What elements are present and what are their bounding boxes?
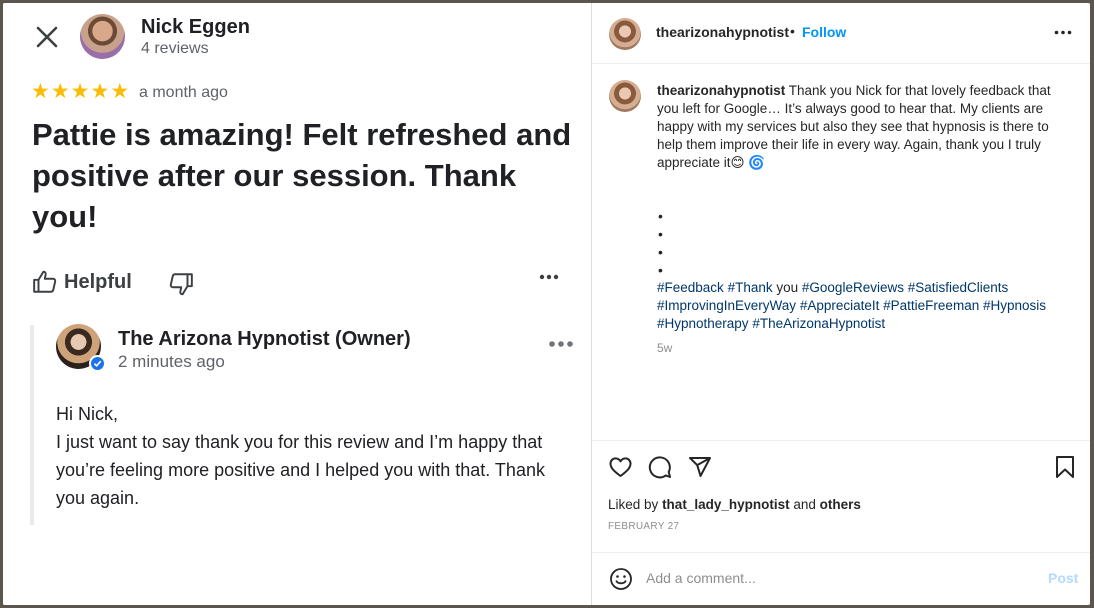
ig-post-date: FEBRUARY 27 <box>608 521 680 532</box>
owner-reply-line: I just want to say thank you for this re… <box>56 432 545 508</box>
comment-icon[interactable] <box>648 455 672 479</box>
review-text: Pattie is amazing! Felt refreshed and po… <box>32 117 572 234</box>
emoji-icon[interactable] <box>609 567 633 591</box>
owner-reply-divider <box>30 325 34 525</box>
star-rating: ★ ★ ★ ★ ★ <box>31 81 129 103</box>
ig-caption-word: you <box>776 280 799 295</box>
instagram-post-panel: thearizonahypnotist • Follow thearizonah… <box>591 3 1090 605</box>
ig-hashtag[interactable]: #AppreciateIt <box>800 298 880 313</box>
review-time: a month ago <box>139 84 228 101</box>
post-comment-button[interactable]: Post <box>1048 570 1078 586</box>
thumbs-up-icon <box>33 270 57 293</box>
ig-more-options-icon[interactable] <box>1054 30 1072 35</box>
star-icon: ★ <box>50 80 70 103</box>
ig-hashtag[interactable]: #PattieFreeman <box>883 298 979 313</box>
owner-more-options-icon[interactable] <box>548 340 574 348</box>
ig-hashtag[interactable]: #TheArizonaHypnotist <box>752 316 885 331</box>
ig-hashtag[interactable]: #Thank <box>728 280 773 295</box>
liked-by-others[interactable]: others <box>820 497 861 512</box>
ig-hashtag[interactable]: #Feedback <box>657 280 724 295</box>
ig-caption-dots: • • • • <box>658 208 663 278</box>
ig-hashtag[interactable]: #ImprovingInEveryWay <box>657 298 796 313</box>
verified-check-icon <box>89 355 106 372</box>
reviewer-avatar[interactable] <box>80 14 125 59</box>
ig-hashtag[interactable]: #Hypnotherapy <box>657 316 749 331</box>
comment-input[interactable] <box>646 566 1026 590</box>
ig-separator: • <box>790 23 795 39</box>
owner-reply-time: 2 minutes ago <box>118 352 225 371</box>
screenshot-frame: Nick Eggen 4 reviews ★ ★ ★ ★ ★ a month a… <box>3 3 1090 605</box>
ig-hashtag[interactable]: #Hypnosis <box>983 298 1046 313</box>
ig-caption-emojis: 😊 🌀 <box>730 155 766 170</box>
owner-reply-text: Hi Nick, I just want to say thank you fo… <box>56 400 556 512</box>
ig-liked-by: Liked by that_lady_hypnotist and others <box>608 497 861 512</box>
helpful-button[interactable]: Helpful <box>32 269 132 295</box>
ig-hashtag[interactable]: #GoogleReviews <box>802 280 904 295</box>
bookmark-icon[interactable] <box>1054 455 1076 479</box>
helpful-label: Helpful <box>64 270 132 293</box>
ig-caption-avatar[interactable] <box>609 80 641 112</box>
owner-name[interactable]: The Arizona Hypnotist (Owner) <box>118 328 411 351</box>
ig-hashtags: #Feedback #Thank you #GoogleReviews #Sat… <box>657 279 1077 333</box>
ig-hashtag[interactable]: #SatisfiedClients <box>908 280 1009 295</box>
more-options-icon[interactable] <box>539 273 559 281</box>
star-icon: ★ <box>90 80 110 103</box>
star-icon: ★ <box>110 80 130 103</box>
thumbs-down-icon[interactable] <box>168 271 194 297</box>
owner-reply-line: Hi Nick, <box>56 404 118 424</box>
ig-profile-avatar[interactable] <box>609 18 641 50</box>
ig-caption: thearizonahypnotist Thank you Nick for t… <box>657 82 1067 172</box>
liked-by-user[interactable]: that_lady_hypnotist <box>662 497 790 512</box>
ig-caption-age: 5w <box>657 341 673 355</box>
liked-by-prefix: Liked by <box>608 497 659 512</box>
star-icon: ★ <box>31 80 50 103</box>
share-icon[interactable] <box>688 455 712 479</box>
star-icon: ★ <box>70 80 90 103</box>
ig-follow-button[interactable]: Follow <box>802 24 846 40</box>
close-icon[interactable] <box>35 25 59 49</box>
reviewer-name[interactable]: Nick Eggen <box>141 16 250 39</box>
ig-divider <box>592 552 1090 553</box>
google-review-panel: Nick Eggen 4 reviews ★ ★ ★ ★ ★ a month a… <box>3 3 591 605</box>
ig-divider <box>592 440 1090 441</box>
heart-icon[interactable] <box>608 455 633 479</box>
ig-post-header: thearizonahypnotist • Follow <box>592 3 1090 64</box>
liked-by-and: and <box>793 497 816 512</box>
ig-caption-username[interactable]: thearizonahypnotist <box>657 83 785 98</box>
ig-username[interactable]: thearizonahypnotist <box>656 24 789 40</box>
reviewer-review-count: 4 reviews <box>141 40 209 57</box>
